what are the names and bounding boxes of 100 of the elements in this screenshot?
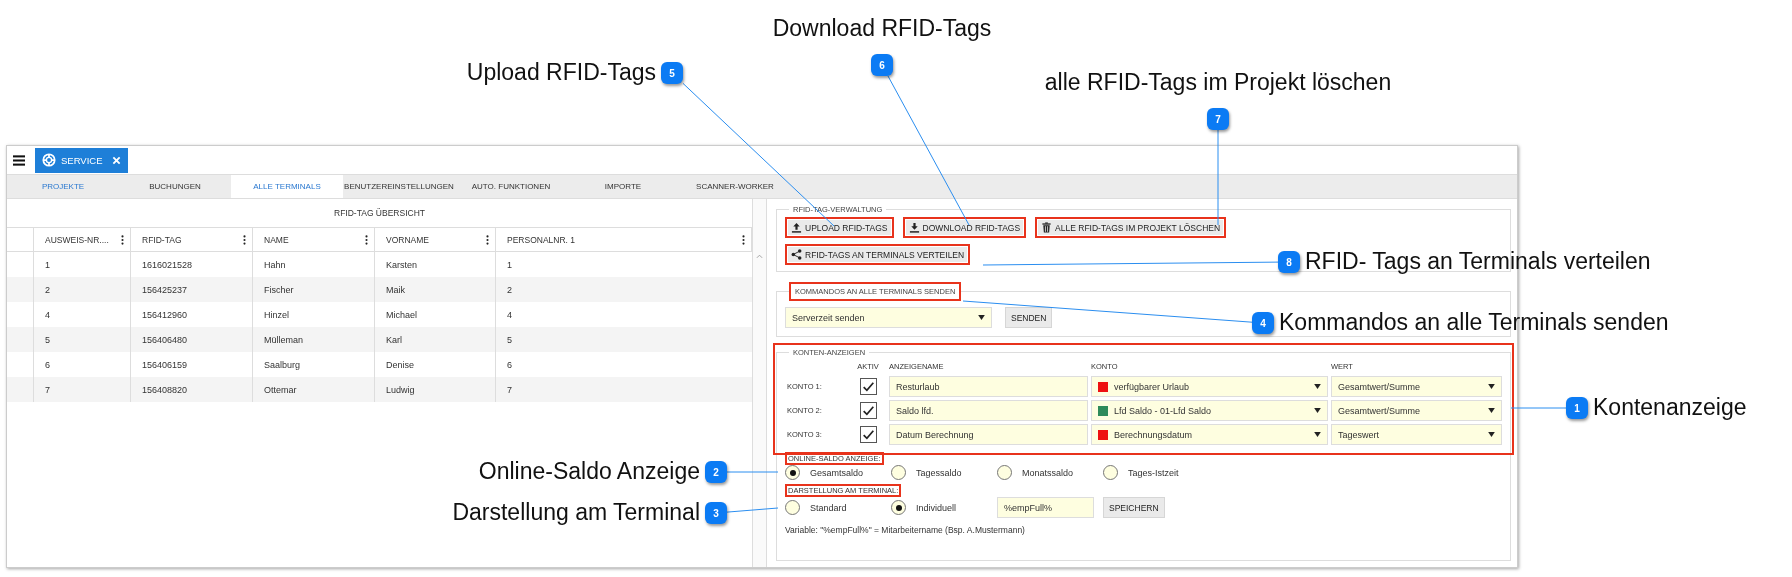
callout-text: Darstellung am Terminal (452, 500, 700, 526)
action-button[interactable]: DOWNLOAD RFID-TAGS (902, 217, 1027, 238)
callout-text: Kommandos an alle Terminals senden (1279, 310, 1669, 336)
callout-badge: 6 (871, 54, 893, 76)
callout-text: alle RFID-Tags im Projekt löschen (1044, 69, 1392, 95)
radio-label: Tagessaldo (916, 467, 962, 478)
callout-badge: 8 (1278, 251, 1300, 273)
nav-tab[interactable]: ALLE TERMINALS (231, 175, 343, 198)
radio-button[interactable] (891, 465, 906, 480)
column-header[interactable]: RFID-TAG (142, 234, 182, 245)
dropdown-arrow-icon (1488, 432, 1495, 437)
checkbox[interactable] (859, 378, 877, 395)
close-icon[interactable] (112, 155, 121, 165)
table-cell: 7 (34, 377, 131, 402)
column-header[interactable]: AUSWEIS-NR.... (45, 234, 109, 245)
leader-line (726, 507, 779, 513)
hint-text: Variable: "%empFull%" = Mitarbeitername (Bsp. A.Mustermann) (785, 525, 1026, 535)
name-field[interactable]: Resturlaub (889, 376, 1088, 397)
more-icon[interactable] (742, 234, 745, 245)
radio-label: Tages-Istzeit (1128, 467, 1179, 478)
share-icon (791, 249, 802, 260)
action-button[interactable]: ALLE RFID-TAGS IM PROJEKT LÖSCHEN (1035, 217, 1227, 238)
column-header[interactable]: PERSONALNR. 1 (507, 234, 576, 245)
nav-tab[interactable]: PROJEKTE (7, 175, 119, 198)
send-button[interactable]: SENDEN (1005, 307, 1053, 328)
radio-button[interactable] (1103, 465, 1118, 480)
value-dropdown[interactable]: Gesamtwert/Summe (1331, 400, 1502, 421)
action-button[interactable]: RFID-TAGS AN TERMINALS VERTEILEN (785, 244, 971, 265)
table-cell-text: 4 (506, 308, 513, 322)
nav-tab[interactable]: BUCHUNGEN (119, 175, 231, 198)
lifebuoy-icon (42, 153, 56, 167)
account-dropdown[interactable]: Berechnungsdatum (1091, 424, 1328, 445)
table-cell: Maik (375, 277, 496, 302)
callout-badge: 4 (1252, 312, 1274, 334)
table-cell: 2 (496, 277, 752, 302)
table-cell: 5 (34, 327, 131, 352)
radio-button[interactable] (891, 500, 906, 515)
save-button[interactable]: SPEICHERN (1103, 497, 1165, 518)
more-icon[interactable] (486, 234, 489, 245)
table-cell: 2 (34, 277, 131, 302)
radio-label: Monatssaldo (1022, 467, 1074, 478)
leader-line (726, 471, 779, 473)
dropdown-arrow-icon (1314, 432, 1321, 437)
more-icon[interactable] (243, 234, 246, 245)
name-field[interactable]: Saldo lfd. (889, 400, 1088, 421)
value-dropdown[interactable]: Tageswert (1331, 424, 1502, 445)
dropdown-arrow-icon (978, 315, 985, 320)
nav-tab[interactable]: BENUTZEREINSTELLUNGEN (343, 175, 455, 198)
callout-text: RFID- Tags an Terminals verteilen (1305, 249, 1651, 275)
radio-label: Gesamtsaldo (810, 467, 864, 478)
row-selector-cell[interactable] (7, 377, 34, 402)
table-cell: 7 (496, 377, 752, 402)
callout-text: Download RFID-Tags (772, 15, 992, 41)
table-cell-text: 1 (506, 258, 513, 272)
table-cell: Ottemar (253, 377, 375, 402)
callout-text: Kontenanzeige (1593, 395, 1747, 421)
checkbox[interactable] (859, 402, 877, 419)
table-cell: Fischer (253, 277, 375, 302)
dropdown-arrow-icon (1488, 408, 1495, 413)
dropdown-arrow-icon (1314, 408, 1321, 413)
upload-icon (791, 222, 802, 233)
account-dropdown[interactable]: Lfd Saldo - 01-Lfd Saldo (1091, 400, 1328, 421)
service-tab[interactable]: SERVICE (35, 147, 128, 173)
dropdown-arrow-icon (1488, 384, 1495, 389)
callout-text: Upload RFID-Tags (466, 60, 656, 86)
table-cell: 156406480 (131, 327, 253, 352)
leader-line (1510, 407, 1567, 409)
callout-badge: 5 (661, 62, 683, 84)
nav-tab[interactable]: IMPORTE (567, 175, 679, 198)
format-field[interactable]: %empFull% (997, 497, 1094, 518)
row-selector-cell[interactable] (7, 327, 34, 352)
radio-button[interactable] (997, 465, 1012, 480)
download-icon (908, 222, 920, 233)
command-dropdown[interactable]: Serverzeit senden (785, 307, 992, 328)
table-cell: Mülleman (253, 327, 375, 352)
callout-text: Online-Saldo Anzeige (478, 459, 700, 485)
nav-tab[interactable]: SCANNER-WORKER (679, 175, 791, 198)
more-icon[interactable] (365, 234, 368, 245)
table-title: RFID-TAG ÜBERSICHT (7, 199, 752, 228)
table-cell-text: 6 (506, 358, 513, 372)
radio-button[interactable] (785, 465, 800, 480)
table-cell: 5 (496, 327, 752, 352)
dropdown-arrow-icon (1314, 384, 1321, 389)
table-cell: Karl (375, 327, 496, 352)
more-icon[interactable] (121, 234, 124, 245)
action-button[interactable]: UPLOAD RFID-TAGS (785, 217, 894, 238)
column-header[interactable]: NAME (264, 234, 289, 245)
value-dropdown[interactable]: Gesamtwert/Summe (1331, 376, 1502, 397)
name-field[interactable]: Datum Berechnung (889, 424, 1088, 445)
menu-icon[interactable] (13, 154, 25, 166)
callout-badge: 3 (705, 502, 727, 524)
nav-tab[interactable]: AUTO. FUNKTIONEN (455, 175, 567, 198)
radio-label: Standard (810, 502, 847, 513)
radio-label: Individuell (916, 502, 957, 513)
checkbox[interactable] (859, 426, 877, 443)
row-selector-cell[interactable] (7, 277, 34, 302)
account-dropdown[interactable]: verfügbarer Urlaub (1091, 376, 1328, 397)
trash-icon (1041, 222, 1053, 233)
column-header[interactable]: VORNAME (386, 234, 429, 245)
radio-button[interactable] (785, 500, 800, 515)
